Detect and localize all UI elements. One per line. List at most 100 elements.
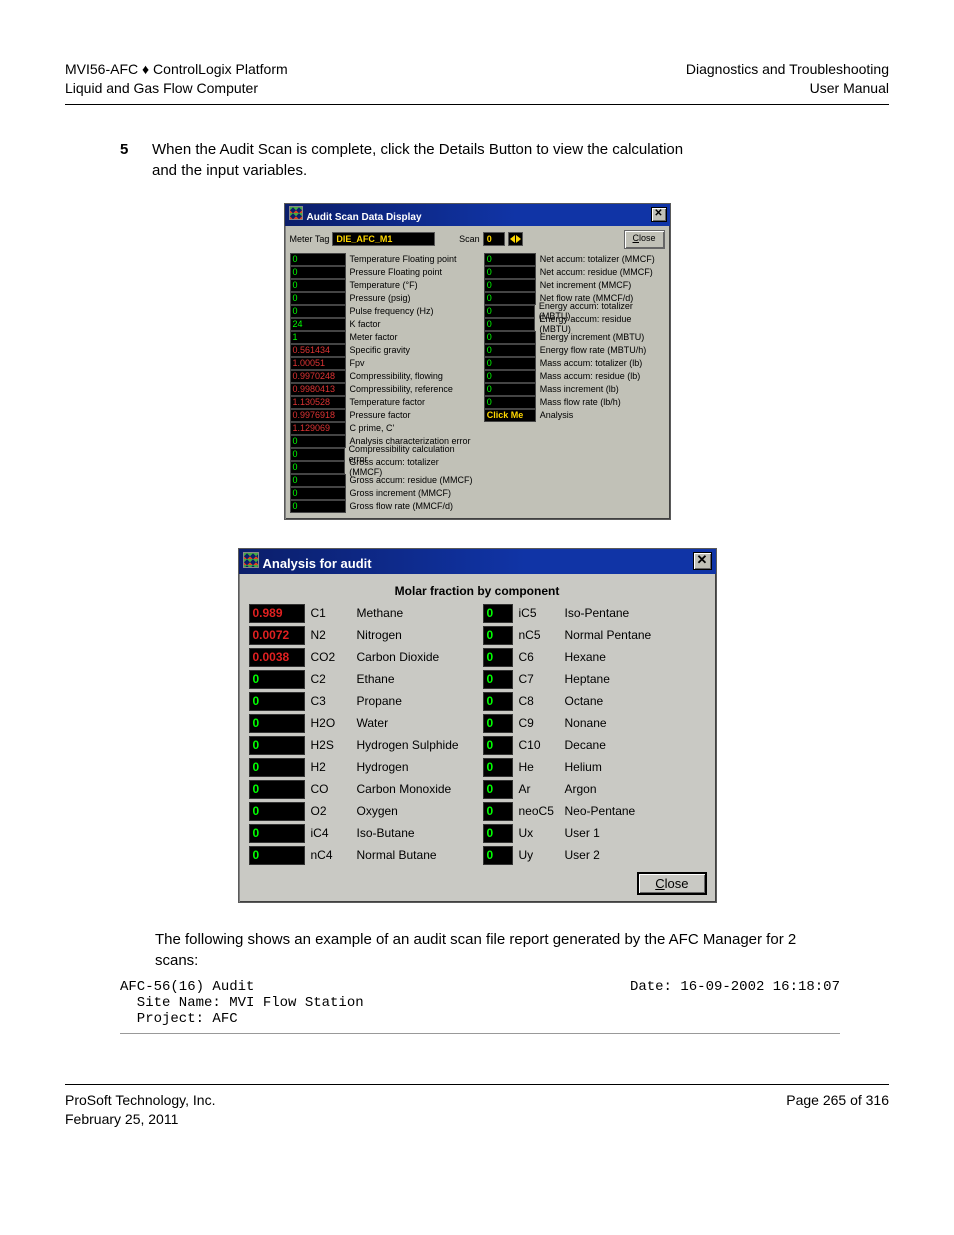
app-icon (243, 552, 259, 568)
data-row: 0.9976918Pressure factor (290, 409, 474, 422)
component-name: Nitrogen (357, 628, 477, 642)
arrow-left-icon[interactable] (510, 235, 515, 243)
step-number: 5 (120, 139, 138, 181)
component-name: User 2 (565, 848, 685, 862)
scan-field[interactable]: 0 (483, 232, 505, 246)
value-field: 0 (249, 780, 305, 799)
data-row: 0Pressure (psig) (290, 292, 474, 305)
header-left-2: Liquid and Gas Flow Computer (65, 79, 288, 98)
value-label: Energy increment (MBTU) (536, 332, 645, 342)
data-row: 0Net accum: residue (MMCF) (484, 266, 665, 279)
value-field: 0.989 (249, 604, 305, 623)
value-field: 0 (290, 487, 346, 500)
component-symbol: He (519, 760, 559, 774)
value-field: 0 (483, 824, 513, 843)
component-symbol: Ar (519, 782, 559, 796)
value-label: Pressure Floating point (346, 267, 443, 277)
value-label: Temperature factor (346, 397, 426, 407)
close-icon[interactable]: ✕ (693, 552, 712, 570)
page-header: MVI56-AFC ♦ ControlLogix Platform Liquid… (65, 60, 889, 105)
component-name: Water (357, 716, 477, 730)
component-symbol: C6 (519, 650, 559, 664)
component-name: Carbon Dioxide (357, 650, 477, 664)
component-name: Decane (565, 738, 685, 752)
component-symbol: H2S (311, 738, 351, 752)
component-symbol: H2O (311, 716, 351, 730)
value-field: 0.9980413 (290, 383, 346, 396)
component-name: Helium (565, 760, 685, 774)
component-name: Hydrogen Sulphide (357, 738, 477, 752)
value-field: 0.9970248 (290, 370, 346, 383)
analysis-dialog: Analysis for audit ✕ Molar fraction by c… (238, 548, 717, 903)
close-button[interactable]: Close (624, 230, 665, 249)
page-footer: ProSoft Technology, Inc. February 25, 20… (65, 1084, 889, 1130)
data-row: 1.00051Fpv (290, 357, 474, 370)
close-icon[interactable]: ✕ (651, 207, 667, 222)
footer-company: ProSoft Technology, Inc. (65, 1091, 215, 1111)
component-symbol: C7 (519, 672, 559, 686)
molar-title: Molar fraction by component (249, 584, 706, 598)
value-field: 0 (483, 758, 513, 777)
close-button[interactable]: Close (638, 873, 705, 894)
value-label: Net increment (MMCF) (536, 280, 632, 290)
click-me-button[interactable]: Click Me (484, 409, 536, 422)
header-right-2: User Manual (686, 79, 889, 98)
component-symbol: C9 (519, 716, 559, 730)
value-field: 0.561434 (290, 344, 346, 357)
value-label: Gross accum: residue (MMCF) (346, 475, 473, 485)
component-symbol: N2 (311, 628, 351, 642)
value-field: 0 (483, 714, 513, 733)
data-row: 0.561434Specific gravity (290, 344, 474, 357)
data-row: 0Energy flow rate (MBTU/h) (484, 344, 665, 357)
value-field: 0 (484, 279, 536, 292)
data-row: 0Gross accum: residue (MMCF) (290, 474, 474, 487)
value-field: 0 (290, 305, 346, 318)
close-button-rest: lose (639, 233, 656, 243)
component-name: Neo-Pentane (565, 804, 685, 818)
value-label: Mass flow rate (lb/h) (536, 397, 621, 407)
value-label: Meter factor (346, 332, 398, 342)
value-label: Gross increment (MMCF) (346, 488, 452, 498)
component-name: User 1 (565, 826, 685, 840)
component-name: Ethane (357, 672, 477, 686)
component-name: Normal Pentane (565, 628, 685, 642)
scan-arrows[interactable] (508, 232, 523, 246)
component-name: Hexane (565, 650, 685, 664)
component-symbol: iC4 (311, 826, 351, 840)
report-line-3: Project: AFC (120, 1011, 889, 1027)
component-symbol: C8 (519, 694, 559, 708)
value-field: 0 (290, 253, 346, 266)
value-field: 0 (484, 396, 536, 409)
value-field: 0 (290, 461, 346, 474)
component-symbol: C3 (311, 694, 351, 708)
component-symbol: C1 (311, 606, 351, 620)
value-field: 0 (249, 802, 305, 821)
value-field: 0 (249, 714, 305, 733)
arrow-right-icon[interactable] (516, 235, 521, 243)
value-label: Temperature Floating point (346, 254, 457, 264)
value-field: 1.00051 (290, 357, 346, 370)
data-row: 0Temperature Floating point (290, 253, 474, 266)
audit-scan-dialog: Audit Scan Data Display ✕ Meter Tag DIE_… (284, 203, 671, 520)
value-label: Specific gravity (346, 345, 411, 355)
data-row: 0Net increment (MMCF) (484, 279, 665, 292)
value-field: 0.9976918 (290, 409, 346, 422)
component-symbol: CO2 (311, 650, 351, 664)
data-row: 0Net accum: totalizer (MMCF) (484, 253, 665, 266)
value-field: 0 (484, 266, 536, 279)
component-symbol: nC4 (311, 848, 351, 862)
value-label: Mass accum: residue (lb) (536, 371, 641, 381)
value-field: 0 (249, 670, 305, 689)
footer-date: February 25, 2011 (65, 1110, 215, 1130)
meter-tag-field[interactable]: DIE_AFC_M1 (332, 232, 435, 246)
component-name: Normal Butane (357, 848, 477, 862)
data-row: 0.9980413Compressibility, reference (290, 383, 474, 396)
component-name: Argon (565, 782, 685, 796)
data-row: 0Mass flow rate (lb/h) (484, 396, 665, 409)
value-field: 0 (484, 253, 536, 266)
data-row: 0.9970248Compressibility, flowing (290, 370, 474, 383)
data-row: Click MeAnalysis (484, 409, 665, 422)
value-field: 0 (484, 331, 536, 344)
data-row: 0Mass increment (lb) (484, 383, 665, 396)
value-label: Compressibility, flowing (346, 371, 443, 381)
